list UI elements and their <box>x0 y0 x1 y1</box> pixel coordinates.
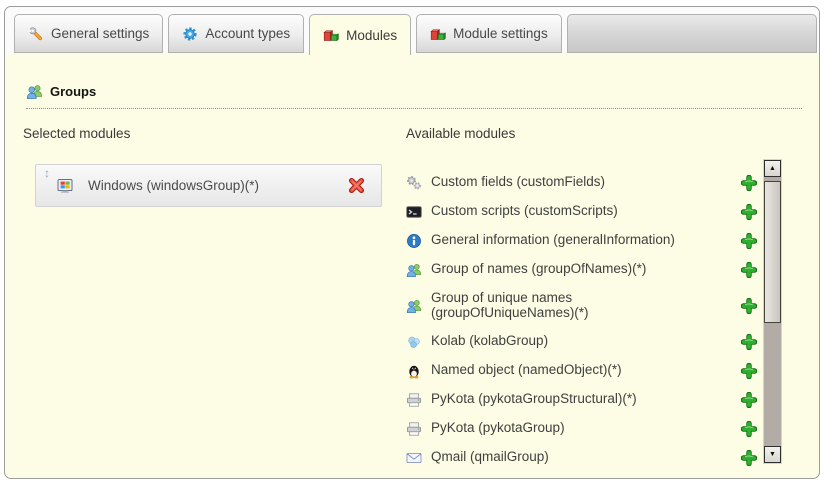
tab-label: Module settings <box>453 26 548 41</box>
available-module-label: Group of unique names (groupOfUniqueName… <box>431 291 713 320</box>
add-module-button[interactable] <box>741 334 757 350</box>
add-module-button[interactable] <box>741 392 757 408</box>
selected-module-row[interactable]: ↕ Windows (windowsGroup)(*) <box>36 165 381 206</box>
available-module-row: Named object (namedObject)(*) <box>406 356 762 385</box>
available-module-label: Kolab (kolabGroup) <box>431 334 554 349</box>
available-module-row: General information (generalInformation) <box>406 226 762 255</box>
scroll-up-button[interactable]: ▲ <box>764 160 781 177</box>
scroll-up-icon: ▲ <box>769 165 776 172</box>
green-plus-icon <box>741 298 757 314</box>
available-module-row: Custom scripts (customScripts) <box>406 197 762 226</box>
selected-module-label: Windows (windowsGroup)(*) <box>88 178 259 193</box>
available-module-label: PyKota (pykotaGroupStructural)(*) <box>431 392 643 407</box>
available-module-row: Qmail (qmailGroup) <box>406 443 762 472</box>
tab-account-types[interactable]: Account types <box>168 14 304 53</box>
add-module-button[interactable] <box>741 175 757 191</box>
info-icon <box>406 233 422 249</box>
scrollbar-track[interactable] <box>764 323 781 442</box>
tab-bar: General settings Account types <box>5 7 819 53</box>
groups-section-header: Groups <box>26 83 802 109</box>
mail-icon <box>406 450 422 466</box>
add-module-button[interactable] <box>741 421 757 437</box>
available-modules-list: Custom fields (customFields) Custom scri… <box>406 168 762 472</box>
add-module-button[interactable] <box>741 262 757 278</box>
tab-label: Account types <box>205 26 290 41</box>
available-module-row: Group of unique names (groupOfUniqueName… <box>406 284 762 327</box>
available-module-row: Group of names (groupOfNames)(*) <box>406 255 762 284</box>
green-plus-icon <box>741 334 757 350</box>
drag-handle-icon[interactable]: ↕ <box>44 167 50 179</box>
scroll-down-icon: ▼ <box>769 451 776 458</box>
green-plus-icon <box>741 233 757 249</box>
add-module-button[interactable] <box>741 204 757 220</box>
add-module-button[interactable] <box>741 363 757 379</box>
terminal-icon <box>406 204 422 220</box>
tab-label: General settings <box>51 26 149 41</box>
kolab-icon <box>406 334 422 350</box>
available-module-row: Kolab (kolabGroup) <box>406 327 762 356</box>
red-x-icon <box>348 177 365 194</box>
tab-modules[interactable]: Modules <box>309 14 411 55</box>
available-module-label: General information (generalInformation) <box>431 233 681 248</box>
penguin-icon <box>406 363 422 379</box>
tab-general-settings[interactable]: General settings <box>14 14 163 53</box>
green-plus-icon <box>741 262 757 278</box>
printer-icon <box>406 421 422 437</box>
available-module-label: PyKota (pykotaGroup) <box>431 421 571 436</box>
windows-icon <box>57 178 73 194</box>
available-modules-scrollbar: ▲ ▼ <box>763 159 782 464</box>
groups-icon <box>406 298 422 314</box>
green-plus-icon <box>741 392 757 408</box>
green-plus-icon <box>741 421 757 437</box>
green-plus-icon <box>741 204 757 220</box>
scrollbar-thumb[interactable] <box>764 181 781 323</box>
available-module-label: Qmail (qmailGroup) <box>431 450 555 465</box>
selected-modules-box: ↕ Windows (windowsGroup)(*) <box>35 164 382 207</box>
available-module-row: Custom fields (customFields) <box>406 168 762 197</box>
modules-icon <box>430 26 446 42</box>
tab-bar-filler <box>567 14 817 53</box>
remove-module-button[interactable] <box>348 177 365 194</box>
green-plus-icon <box>741 450 757 466</box>
green-plus-icon <box>741 175 757 191</box>
selected-modules-heading: Selected modules <box>23 126 130 141</box>
add-module-button[interactable] <box>741 233 757 249</box>
groups-icon <box>26 83 43 100</box>
green-plus-icon <box>741 363 757 379</box>
gears-icon <box>406 175 422 191</box>
available-module-label: Custom fields (customFields) <box>431 175 611 190</box>
groups-icon <box>406 262 422 278</box>
available-modules-heading: Available modules <box>406 126 515 141</box>
modules-icon <box>323 27 339 43</box>
section-title: Groups <box>50 84 96 99</box>
available-module-label: Group of names (groupOfNames)(*) <box>431 262 652 277</box>
available-module-label: Custom scripts (customScripts) <box>431 204 624 219</box>
gear-icon <box>182 26 198 42</box>
settings-window: General settings Account types <box>4 6 820 479</box>
add-module-button[interactable] <box>741 298 757 314</box>
tab-module-settings[interactable]: Module settings <box>416 14 562 53</box>
wrench-icon <box>28 26 44 42</box>
available-module-label: Named object (namedObject)(*) <box>431 363 628 378</box>
scroll-down-button[interactable]: ▼ <box>764 446 781 463</box>
printer-icon <box>406 392 422 408</box>
add-module-button[interactable] <box>741 450 757 466</box>
available-module-row: PyKota (pykotaGroupStructural)(*) <box>406 385 762 414</box>
tab-label: Modules <box>346 28 397 43</box>
available-module-row: PyKota (pykotaGroup) <box>406 414 762 443</box>
